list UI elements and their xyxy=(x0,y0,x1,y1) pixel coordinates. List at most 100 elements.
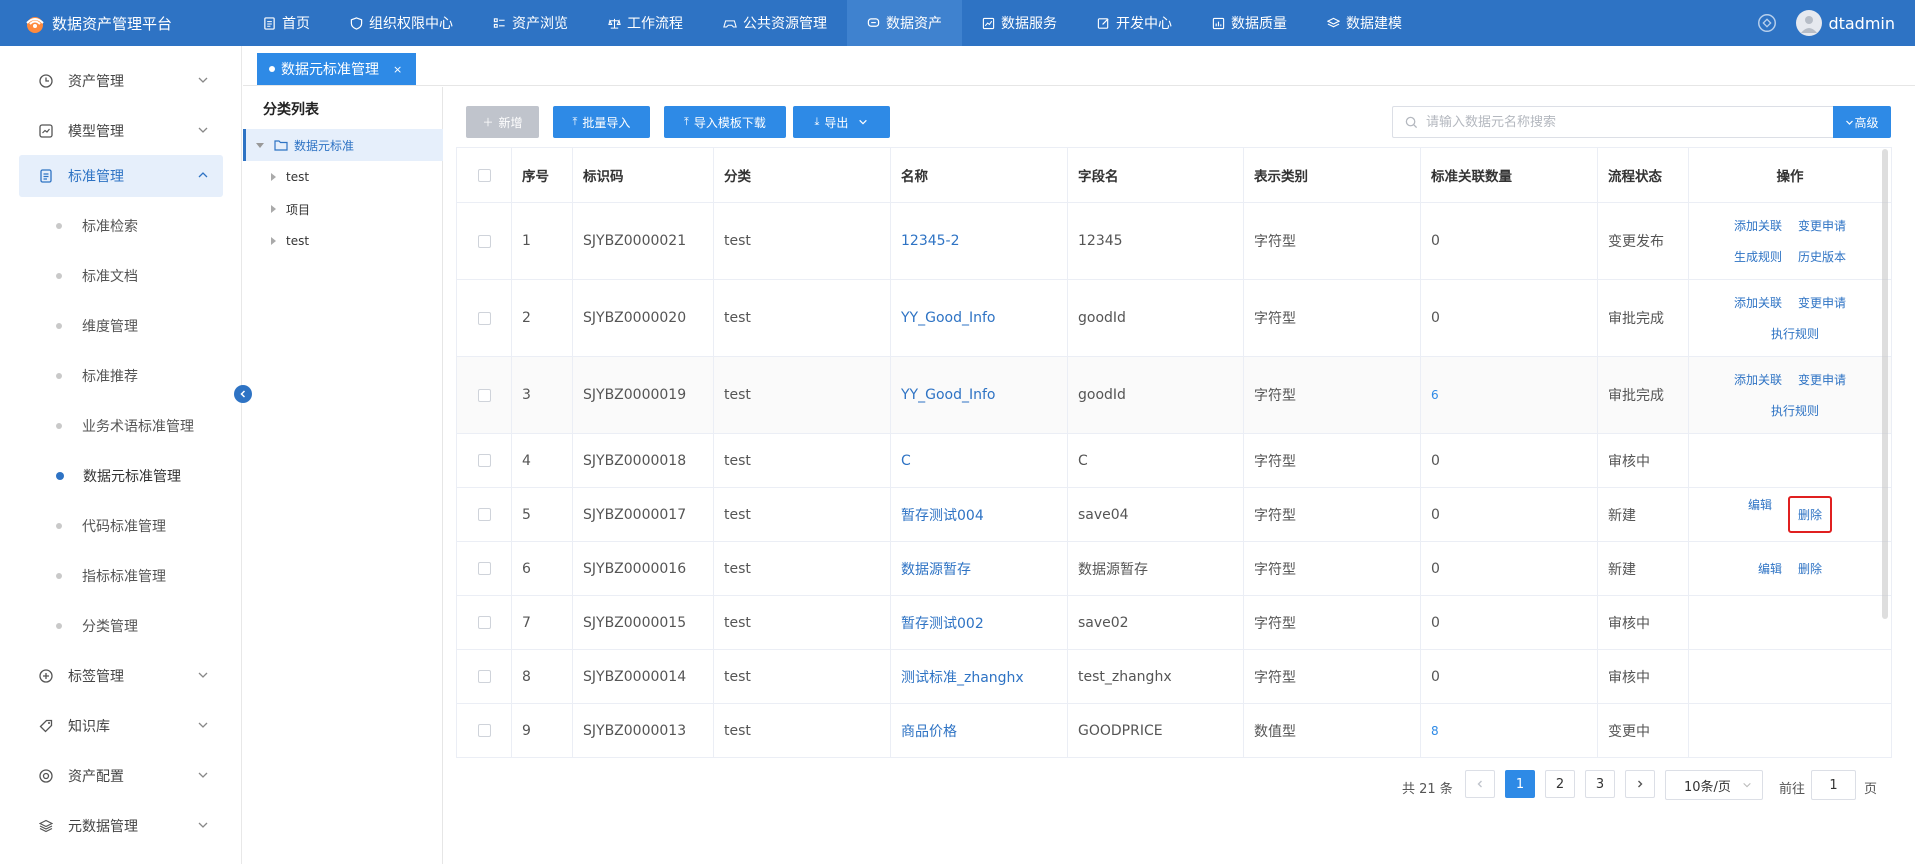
nav-item-3[interactable]: 工作流程 xyxy=(588,0,703,46)
sidebar-group-model-management[interactable]: 模型管理 xyxy=(19,110,223,152)
action-0[interactable]: 生成规则 xyxy=(1734,248,1782,265)
action-0[interactable]: 添加关联 xyxy=(1734,371,1782,388)
row-checkbox[interactable] xyxy=(477,234,491,248)
cell-name-text[interactable]: 暂存测试002 xyxy=(901,613,984,633)
nav-item-5[interactable]: 数据资产 xyxy=(847,0,962,46)
cell-name-text[interactable]: 商品价格 xyxy=(901,721,957,741)
close-icon[interactable]: × xyxy=(393,63,402,76)
nav-item-9[interactable]: 数据建模 xyxy=(1307,0,1422,46)
username[interactable]: dtadmin xyxy=(1828,14,1895,33)
action-1[interactable]: 变更申请 xyxy=(1798,371,1846,388)
sidebar-sub-recommend[interactable]: 标准推荐 xyxy=(56,358,138,394)
cell-name-text[interactable]: 测试标准_zhanghx xyxy=(901,667,1024,687)
action-0[interactable]: 编辑 xyxy=(1748,496,1772,533)
row-checkbox[interactable] xyxy=(477,388,491,402)
search-input[interactable] xyxy=(1426,114,1826,130)
action-0[interactable]: 编辑 xyxy=(1758,560,1782,577)
row-checkbox[interactable] xyxy=(477,508,491,521)
row-checkbox[interactable] xyxy=(477,670,491,683)
cell-name[interactable]: 暂存测试004 xyxy=(891,488,1068,541)
next-page-button[interactable] xyxy=(1625,770,1655,798)
sidebar-sub-dimension[interactable]: 维度管理 xyxy=(56,308,138,344)
cell-name[interactable]: C xyxy=(891,434,1068,487)
row-checkbox[interactable] xyxy=(477,311,491,325)
cell-name-text[interactable]: YY_Good_Info xyxy=(901,387,995,403)
sidebar-sub-metric-standard[interactable]: 指标标准管理 xyxy=(56,558,166,594)
table-row[interactable]: 7 SJYBZ0000015 test 暂存测试002 save02 字符型 0 审核中 xyxy=(457,596,1892,650)
table-row[interactable]: 2 SJYBZ0000020 test YY_Good_Info goodId 字符型 0 审… xyxy=(457,280,1892,357)
cell-name-text[interactable]: 数据源暂存 xyxy=(901,559,971,579)
sidebar-group-asset-management[interactable]: 资产管理 xyxy=(19,60,223,102)
cell-count[interactable]: 8 xyxy=(1421,704,1598,757)
table-row[interactable]: 6 SJYBZ0000016 test 数据源暂存 数据源暂存 字符型 0 新建 编辑 删除 xyxy=(457,542,1892,596)
caret-right-icon[interactable] xyxy=(271,205,276,213)
cell-count-text[interactable]: 8 xyxy=(1431,724,1439,738)
goto-page-input[interactable]: 1 xyxy=(1811,770,1856,800)
action-1[interactable]: 删除 xyxy=(1798,560,1822,577)
template-download-button[interactable]: ⤒ 导入模板下载 xyxy=(664,106,786,138)
tree-node-root[interactable]: 数据元标准 xyxy=(243,129,443,161)
sidebar-sub-code-standard[interactable]: 代码标准管理 xyxy=(56,508,166,544)
cell-name[interactable]: 商品价格 xyxy=(891,704,1068,757)
tree-node-child[interactable]: test xyxy=(271,225,309,257)
row-checkbox[interactable] xyxy=(477,724,491,737)
table-row[interactable]: 1 SJYBZ0000021 test 12345-2 12345 字符型 0 变更发布 添加关… xyxy=(457,203,1892,280)
cell-name[interactable]: YY_Good_Info xyxy=(891,280,1068,356)
nav-item-0[interactable]: 首页 xyxy=(243,0,330,46)
sidebar-sub-business-terms[interactable]: 业务术语标准管理 xyxy=(56,408,194,444)
sidebar-group-tag-management[interactable]: 标签管理 xyxy=(19,655,223,697)
action-0[interactable]: 添加关联 xyxy=(1734,294,1782,311)
sidebar-group-asset-config[interactable]: 资产配置 xyxy=(19,755,223,797)
sidebar-sub-data-element[interactable]: 数据元标准管理 xyxy=(56,458,181,494)
cell-name-text[interactable]: C xyxy=(901,453,911,469)
brand[interactable]: 数据资产管理平台 xyxy=(0,0,243,46)
cell-count[interactable]: 6 xyxy=(1421,357,1598,433)
action-0[interactable]: 执行规则 xyxy=(1771,402,1819,419)
caret-right-icon[interactable] xyxy=(271,237,276,245)
page-3-button[interactable]: 3 xyxy=(1585,770,1615,798)
sidebar-sub-standard-search[interactable]: 标准检索 xyxy=(56,208,138,244)
nav-item-8[interactable]: 数据质量 xyxy=(1192,0,1307,46)
caret-right-icon[interactable] xyxy=(271,173,276,181)
sidebar-sub-standard-docs[interactable]: 标准文档 xyxy=(56,258,138,294)
table-scrollbar[interactable] xyxy=(1882,149,1888,619)
nav-item-1[interactable]: 组织权限中心 xyxy=(330,0,473,46)
nav-item-7[interactable]: 开发中心 xyxy=(1077,0,1192,46)
action-0[interactable]: 执行规则 xyxy=(1771,325,1819,342)
openai-icon[interactable] xyxy=(1756,12,1778,34)
batch-import-button[interactable]: ⤒ 批量导入 xyxy=(553,106,650,138)
nav-item-2[interactable]: 资产浏览 xyxy=(473,0,588,46)
cell-count-text[interactable]: 6 xyxy=(1431,388,1439,402)
action-1[interactable]: 变更申请 xyxy=(1798,217,1846,234)
add-button[interactable]: ＋ 新增 xyxy=(466,106,539,138)
sidebar-group-knowledge-base[interactable]: 知识库 xyxy=(19,705,223,747)
action-1[interactable]: 历史版本 xyxy=(1798,248,1846,265)
action-1[interactable]: 变更申请 xyxy=(1798,294,1846,311)
export-button[interactable]: ⤓ 导出 xyxy=(793,106,890,138)
cell-name[interactable]: YY_Good_Info xyxy=(891,357,1068,433)
cell-name-text[interactable]: 12345-2 xyxy=(901,233,960,249)
cell-name[interactable]: 暂存测试002 xyxy=(891,596,1068,649)
cell-name[interactable]: 12345-2 xyxy=(891,203,1068,279)
advanced-search-button[interactable]: 高级 xyxy=(1833,106,1891,138)
cell-name-text[interactable]: YY_Good_Info xyxy=(901,310,995,326)
row-checkbox[interactable] xyxy=(477,562,491,575)
sidebar-group-metadata[interactable]: 元数据管理 xyxy=(19,805,223,847)
avatar[interactable] xyxy=(1796,10,1823,36)
cell-name[interactable]: 数据源暂存 xyxy=(891,542,1068,595)
tab-data-element-standard[interactable]: 数据元标准管理 × xyxy=(257,53,417,85)
sidebar-sub-category[interactable]: 分类管理 xyxy=(56,608,138,644)
tree-node-child[interactable]: 项目 xyxy=(271,193,310,225)
table-row[interactable]: 4 SJYBZ0000018 test C C 字符型 0 审核中 xyxy=(457,434,1892,488)
page-2-button[interactable]: 2 xyxy=(1545,770,1575,798)
action-0[interactable]: 添加关联 xyxy=(1734,217,1782,234)
page-1-button[interactable]: 1 xyxy=(1505,770,1535,798)
prev-page-button[interactable] xyxy=(1465,770,1495,798)
cell-name-text[interactable]: 暂存测试004 xyxy=(901,505,984,525)
action-1[interactable]: 删除 xyxy=(1788,496,1833,533)
table-row[interactable]: 5 SJYBZ0000017 test 暂存测试004 save04 字符型 0 新建 编辑 删除 xyxy=(457,488,1892,542)
caret-down-icon[interactable] xyxy=(256,142,264,148)
table-row[interactable]: 8 SJYBZ0000014 test 测试标准_zhanghx test_zhangh… xyxy=(457,650,1892,704)
row-checkbox[interactable] xyxy=(477,454,491,467)
sidebar-group-standard-management[interactable]: 标准管理 xyxy=(19,155,223,197)
